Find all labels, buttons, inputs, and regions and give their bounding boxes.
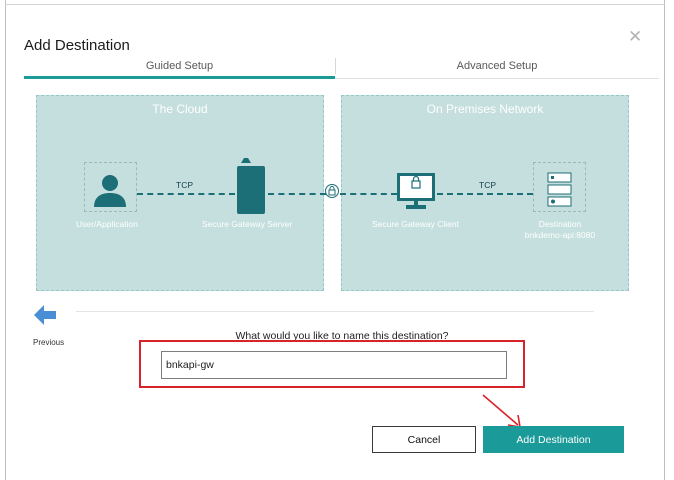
back-arrow-icon[interactable]: [34, 305, 56, 325]
dialog-border-right: [664, 0, 665, 480]
add-destination-button[interactable]: Add Destination: [483, 426, 624, 453]
tab-rule: [335, 78, 659, 79]
server-icon: [237, 158, 265, 214]
user-application-label: User/Application: [76, 219, 138, 229]
cloud-connection-line: [137, 193, 235, 195]
gateway-client-label: Secure Gateway Client: [372, 219, 459, 229]
close-icon[interactable]: ✕: [628, 28, 642, 45]
database-icon: [547, 172, 572, 207]
gateway-client-icon: [397, 173, 435, 209]
cloud-tcp-label: TCP: [176, 180, 193, 190]
onprem-tcp-label: TCP: [479, 180, 496, 190]
tab-guided-setup[interactable]: Guided Setup: [24, 60, 335, 72]
cancel-button[interactable]: Cancel: [372, 426, 476, 453]
gateway-server-label: Secure Gateway Server: [202, 219, 293, 229]
user-icon: [94, 175, 126, 207]
destination-label: Destination: [538, 219, 582, 229]
dialog-border-left: [5, 0, 6, 480]
destination-host-label: bnkdemo-api:8080: [524, 230, 596, 240]
tunnel-to-client-line: [340, 193, 397, 195]
cloud-panel-title: The Cloud: [152, 102, 208, 116]
server-to-tunnel-line: [268, 193, 326, 195]
annotation-highlight-box: [139, 340, 525, 388]
dialog-title: Add Destination: [24, 37, 130, 54]
active-tab-indicator: [24, 76, 335, 79]
tab-advanced-setup[interactable]: Advanced Setup: [336, 60, 658, 72]
section-divider: [76, 311, 594, 312]
dialog-border-top: [5, 4, 665, 5]
onprem-panel-title: On Premises Network: [426, 102, 544, 116]
tunnel-lock-icon: [325, 184, 339, 198]
add-destination-dialog: Add Destination ✕ Guided Setup Advanced …: [0, 0, 674, 480]
onprem-connection-line: [437, 193, 533, 195]
